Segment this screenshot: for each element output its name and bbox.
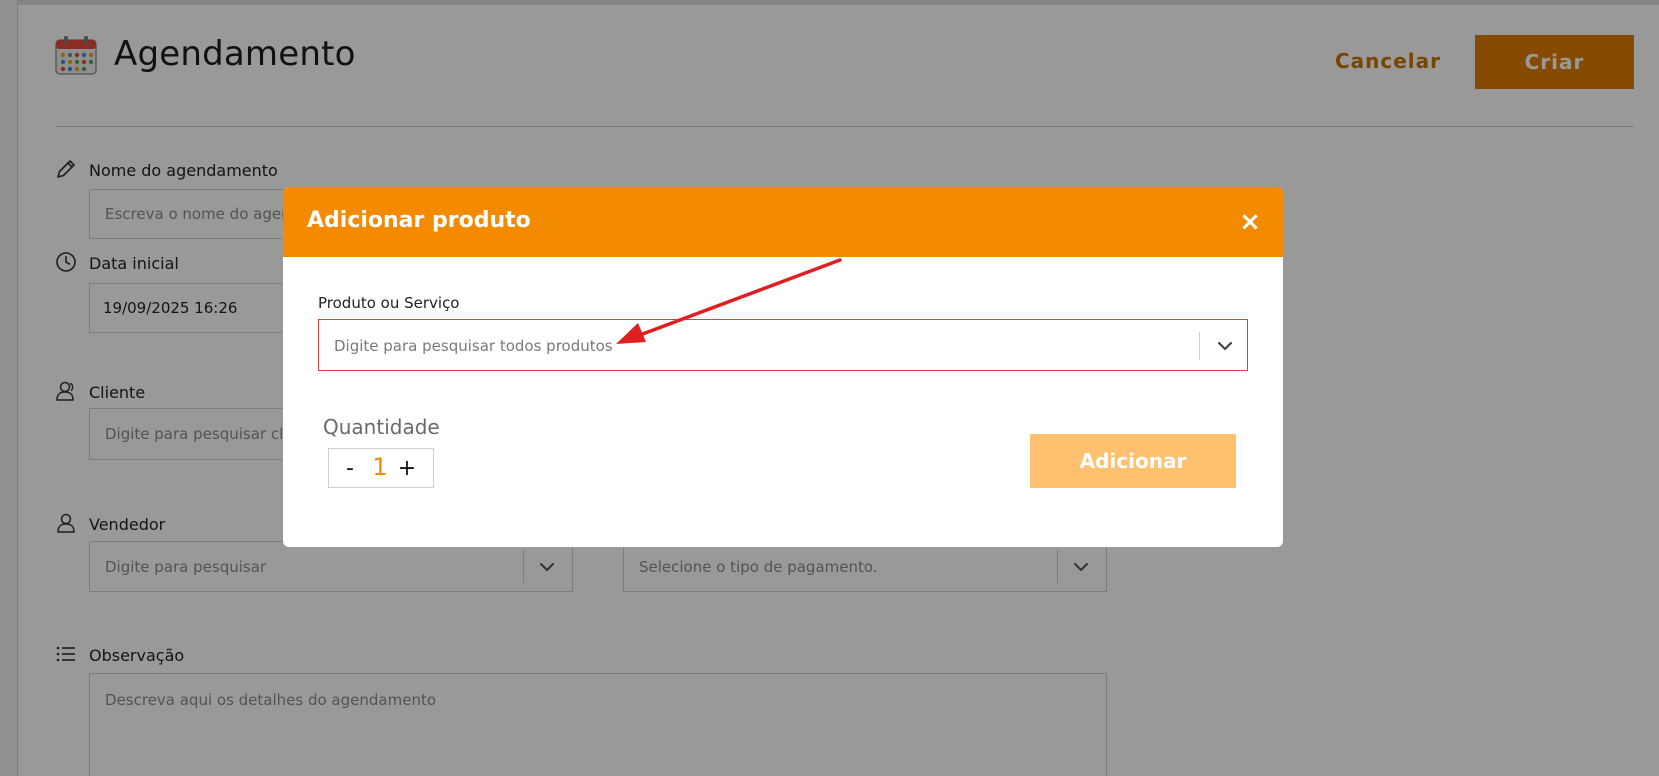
quantity-value: 1	[372, 453, 388, 481]
chevron-down-icon[interactable]	[1217, 341, 1233, 351]
add-product-modal: Adicionar produto × Produto ou Serviço D…	[283, 187, 1283, 547]
quantity-stepper: - 1 +	[328, 448, 434, 488]
quantity-label: Quantidade	[323, 415, 440, 439]
quantity-decrement-button[interactable]: -	[337, 454, 363, 482]
product-label: Produto ou Serviço	[318, 294, 460, 312]
modal-title: Adicionar produto	[307, 208, 531, 233]
add-button[interactable]: Adicionar	[1030, 434, 1236, 488]
quantity-increment-button[interactable]: +	[393, 454, 421, 482]
close-icon[interactable]: ×	[1237, 209, 1263, 235]
product-select[interactable]: Digite para pesquisar todos produtos	[318, 319, 1248, 371]
product-select-separator	[1199, 332, 1200, 360]
product-placeholder: Digite para pesquisar todos produtos	[334, 337, 613, 355]
modal-header: Adicionar produto ×	[283, 187, 1283, 257]
